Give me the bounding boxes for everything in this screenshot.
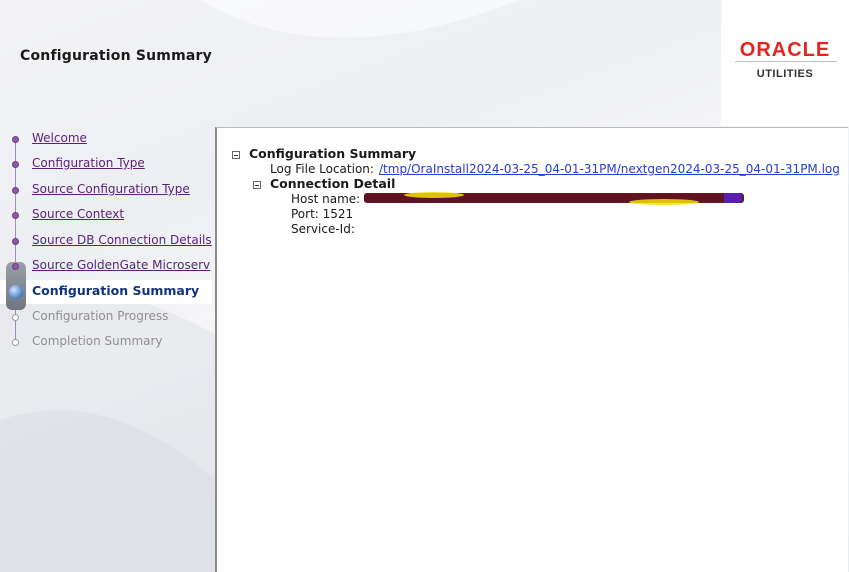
step-done-icon [12, 212, 19, 219]
step-welcome[interactable]: Welcome [32, 131, 87, 145]
oracle-utilities-logo: ORACLE UTILITIES [721, 0, 849, 126]
connection-detail-node: Connection Detail [270, 176, 396, 191]
step-pending-icon [12, 339, 19, 346]
step-source-goldengate-microservices[interactable]: Source GoldenGate Microserv [32, 258, 214, 272]
step-source-db-connection-details[interactable]: Source DB Connection Details [32, 233, 214, 247]
step-source-context[interactable]: Source Context [32, 207, 124, 221]
redaction-mark [364, 192, 744, 205]
logo-brand-text: ORACLE [739, 39, 831, 61]
step-configuration-summary: Configuration Summary [32, 283, 200, 298]
step-done-icon [12, 161, 19, 168]
step-source-configuration-type[interactable]: Source Configuration Type [32, 182, 190, 196]
step-done-icon [12, 238, 19, 245]
globe-icon [9, 285, 23, 299]
log-file-link[interactable]: /tmp/OraInstall2024-03-25_04-01-31PM/nex… [379, 162, 840, 176]
log-file-label: Log File Location: [270, 162, 374, 176]
step-navigation: Welcome Configuration Type Source Config… [0, 126, 214, 366]
step-pending-icon [12, 314, 19, 321]
logo-divider [735, 61, 837, 62]
service-id-label: Service-Id: [291, 222, 355, 236]
step-done-icon [12, 187, 19, 194]
summary-tree-root: Configuration Summary [249, 146, 417, 161]
step-configuration-type[interactable]: Configuration Type [32, 156, 145, 170]
page-title: Configuration Summary [20, 48, 212, 64]
step-completion-summary: Completion Summary [32, 334, 163, 348]
port-value: Port: 1521 [291, 207, 354, 221]
collapse-icon[interactable] [232, 151, 240, 159]
logo-sub-text: UTILITIES [756, 68, 814, 80]
step-done-icon [12, 136, 19, 143]
host-name-label: Host name: [291, 192, 361, 206]
collapse-icon[interactable] [253, 181, 261, 189]
step-done-icon [12, 263, 19, 270]
step-configuration-progress: Configuration Progress [32, 309, 169, 323]
